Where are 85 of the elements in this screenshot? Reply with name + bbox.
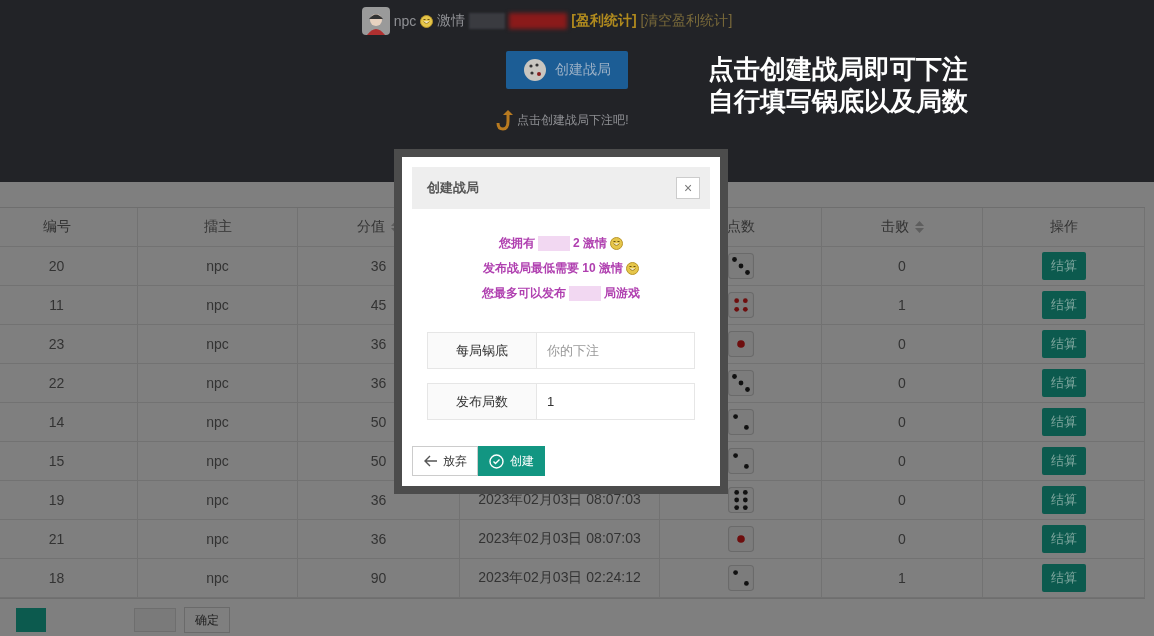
table-cell: 0 xyxy=(898,375,906,391)
create-game-button[interactable]: 创建战局 xyxy=(506,51,628,89)
table-cell: npc xyxy=(206,492,229,508)
check-circle-icon xyxy=(489,453,504,469)
dialog-title: 创建战局 xyxy=(427,179,479,197)
table-cell: 1 xyxy=(898,297,906,313)
settle-button[interactable]: 结算 xyxy=(1041,525,1086,553)
table-cell: npc xyxy=(206,453,229,469)
table-cell: 20 xyxy=(48,258,65,274)
confirm-page-button[interactable]: 确定 xyxy=(184,607,230,633)
table-cell: 23 xyxy=(48,336,65,352)
table-cell: 0 xyxy=(898,258,906,274)
clear-stats-link[interactable]: [清空盈利统计] xyxy=(640,12,733,30)
info-text: 发布战局最低需要 10 激情 xyxy=(483,260,623,277)
table-cell: 11 xyxy=(49,297,64,313)
table-cell: 22 xyxy=(48,375,65,391)
table-cell: 0 xyxy=(898,492,906,508)
column-header: 分值 xyxy=(357,218,385,236)
current-page-marker[interactable] xyxy=(16,608,46,632)
annotation-text: 自行填写锅底以及局数 xyxy=(708,85,968,117)
profit-stats-link[interactable]: [盈利统计] xyxy=(571,12,637,30)
column-header: 击败 xyxy=(880,218,909,236)
currency-label: 激情 xyxy=(437,12,466,30)
table-cell: npc xyxy=(206,531,229,547)
info-text: 您拥有 xyxy=(499,235,535,252)
table-cell: 1 xyxy=(898,570,906,586)
settle-button[interactable]: 结算 xyxy=(1041,369,1086,397)
field-label: 每局锅底 xyxy=(427,332,537,369)
info-text: 2 激情 xyxy=(573,235,607,252)
table-cell: 36 xyxy=(370,492,387,508)
table-cell: npc xyxy=(206,258,229,274)
column-header: 编号 xyxy=(42,218,71,236)
table-cell: npc xyxy=(206,414,229,430)
input-field[interactable]: 1 xyxy=(537,383,695,420)
field-label: 发布局数 xyxy=(427,383,537,420)
table-cell: 0 xyxy=(898,336,906,352)
table-cell: 90 xyxy=(370,570,387,586)
back-arrow-icon xyxy=(423,455,437,467)
input-field[interactable]: 你的下注 xyxy=(537,332,695,369)
table-cell: 50 xyxy=(370,453,387,469)
table-cell: 0 xyxy=(898,531,906,547)
username: npc xyxy=(393,13,417,29)
table-cell: 50 xyxy=(370,414,387,430)
sort-icon[interactable] xyxy=(914,221,924,233)
table-cell: 36 xyxy=(370,531,387,547)
annotation-text: 点击创建战局即可下注 xyxy=(708,53,968,85)
settle-button[interactable]: 结算 xyxy=(1041,408,1086,436)
avatar-icon xyxy=(361,7,390,35)
table-cell: npc xyxy=(206,375,229,391)
table-cell: npc xyxy=(206,297,229,313)
table-cell: 0 xyxy=(898,414,906,430)
close-button[interactable]: × xyxy=(676,177,700,199)
table-cell: 45 xyxy=(370,297,387,313)
smiley-coin-icon xyxy=(420,14,434,28)
table-cell: 21 xyxy=(48,531,65,547)
table-cell: npc xyxy=(206,570,229,586)
table-cell: 19 xyxy=(48,492,65,508)
column-header: 操作 xyxy=(1049,218,1078,236)
table-cell: 14 xyxy=(48,414,65,430)
column-header: 擂主 xyxy=(203,218,232,236)
settle-button[interactable]: 结算 xyxy=(1041,447,1086,475)
settle-button[interactable]: 结算 xyxy=(1041,330,1086,358)
info-text: 局游戏 xyxy=(604,285,640,302)
curved-arrow-icon xyxy=(495,109,514,131)
redacted-amount xyxy=(469,13,506,29)
table-cell: 2023年02月03日 08:07:03 xyxy=(478,530,641,548)
table-cell: 0 xyxy=(898,453,906,469)
redacted-link[interactable] xyxy=(509,13,568,29)
table-cell: 15 xyxy=(48,453,65,469)
column-header: 点数 xyxy=(726,218,755,236)
info-text: 您最多可以发布 xyxy=(482,285,566,302)
table-cell: 18 xyxy=(48,570,65,586)
table-cell: 2023年02月03日 02:24:12 xyxy=(478,569,641,587)
dice-icon xyxy=(523,58,547,82)
table-cell: 36 xyxy=(370,375,387,391)
table-cell: 36 xyxy=(370,336,387,352)
table-cell: npc xyxy=(206,336,229,352)
settle-button[interactable]: 结算 xyxy=(1041,486,1086,514)
table-cell: 36 xyxy=(370,258,387,274)
settle-button[interactable]: 结算 xyxy=(1041,291,1086,319)
settle-button[interactable]: 结算 xyxy=(1041,564,1086,592)
create-hint: 点击创建战局下注吧! xyxy=(517,111,629,129)
cancel-button[interactable]: 放弃 xyxy=(412,446,478,476)
create-button[interactable]: 创建 xyxy=(478,446,545,476)
settle-button[interactable]: 结算 xyxy=(1041,252,1086,280)
